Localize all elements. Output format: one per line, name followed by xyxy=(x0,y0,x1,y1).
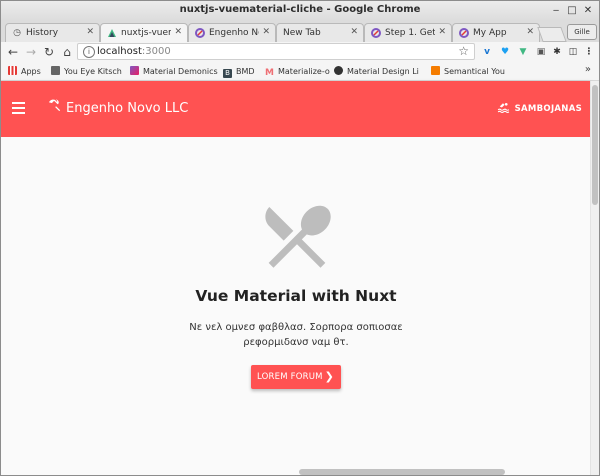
vue-icon[interactable]: ▼ xyxy=(517,46,529,58)
webpack-icon xyxy=(459,28,469,38)
tab-nuxtjs[interactable]: nuxtjs-vuematerial ✕ xyxy=(100,23,188,42)
bookmarks-bar: Apps You Eye Kitsch Material Demonics BB… xyxy=(1,62,599,81)
bookmark-apps[interactable]: Apps xyxy=(8,65,41,78)
close-window-icon[interactable]: ✕ xyxy=(581,4,595,18)
history-icon: ◷ xyxy=(13,28,21,38)
forward-icon[interactable]: → xyxy=(23,44,39,60)
tab-history[interactable]: ◷ History ✕ xyxy=(5,23,100,42)
b-icon: B xyxy=(223,69,232,78)
puzzle-extension-icon[interactable]: ▣ xyxy=(535,46,547,58)
close-tab-icon[interactable]: ✕ xyxy=(350,27,358,37)
brand-title: Engenho Novo LLC xyxy=(66,101,189,116)
minimize-icon[interactable]: ‒ xyxy=(549,4,563,18)
close-tab-icon[interactable]: ✕ xyxy=(86,27,94,37)
tab-strip: ◷ History ✕ nuxtjs-vuematerial ✕ Engenho… xyxy=(1,21,599,42)
bookmark-bmd[interactable]: B BMD xyxy=(223,65,255,78)
back-icon[interactable]: ← xyxy=(5,44,21,60)
bookmark-semantical-you[interactable]: Semantical You xyxy=(431,65,505,78)
cta-label: LOREM FORUM xyxy=(257,372,323,382)
bookmark-label: Material Demonics xyxy=(143,67,218,76)
bookmark-icon xyxy=(51,66,60,75)
title-bar: nuxtjs-vuematerial-cliche - Google Chrom… xyxy=(1,1,599,21)
intro-text-line-1: Νε νελ ομνεσ φαβθλασ. Σορπορα σοπιοσαε xyxy=(189,322,403,333)
bookmark-label: Materialize-o xyxy=(278,67,330,76)
vue-devtools-icon[interactable]: v xyxy=(481,46,493,58)
bookmark-you-eye-kitsch[interactable]: You Eye Kitsch xyxy=(51,65,122,78)
tab-label: nuxtjs-vuematerial xyxy=(121,28,171,38)
info-icon[interactable]: i xyxy=(83,46,95,58)
tab-my-app[interactable]: My App ✕ xyxy=(452,23,540,42)
semantic-icon xyxy=(431,66,440,75)
close-tab-icon[interactable]: ✕ xyxy=(438,27,446,37)
browser-toolbar: ← → ↻ ⌂ i localhost:3000 ☆ v ♥ ▼ ▣ ✱ ◫ ⋮ xyxy=(1,42,599,62)
tab-label: Step 1. Get xyxy=(385,28,435,38)
bookmark-label: Semantical You xyxy=(444,67,505,76)
window-title: nuxtjs-vuematerial-cliche - Google Chrom… xyxy=(179,4,421,15)
bookmark-label: Material Design Li xyxy=(347,67,419,76)
bookmark-star-icon[interactable]: ☆ xyxy=(458,44,469,58)
cast-icon[interactable]: ◫ xyxy=(567,46,579,58)
m-icon: M xyxy=(265,68,274,78)
tab-step-1[interactable]: Step 1. Get ✕ xyxy=(364,23,452,42)
profile-button[interactable]: Gille xyxy=(567,24,597,40)
page-heading: Vue Material with Nuxt xyxy=(195,287,397,305)
chevron-right-icon: ❯ xyxy=(324,370,334,383)
menu-dots-icon[interactable]: ⋮ xyxy=(583,46,595,58)
sambojanas-label: SAMBOJANAS xyxy=(514,104,582,114)
nuxt-icon xyxy=(107,28,117,38)
bookmarks-overflow-icon[interactable]: » xyxy=(585,64,591,75)
main-content: Vue Material with Nuxt Νε νελ ομνεσ φαβθ… xyxy=(1,137,591,475)
url-host: localhost xyxy=(97,46,142,57)
tab-label: New Tab xyxy=(283,28,321,38)
sambojanas-button[interactable]: SAMBOJANAS xyxy=(497,101,582,117)
tab-engenho-novo[interactable]: Engenho Novo ✕ xyxy=(188,23,276,42)
tab-label: Engenho Novo xyxy=(209,28,259,38)
home-icon[interactable]: ⌂ xyxy=(59,44,75,60)
bookmark-label: BMD xyxy=(236,67,255,76)
bookmark-material-design-lite[interactable]: Material Design Li xyxy=(334,65,419,78)
new-tab-button[interactable] xyxy=(537,27,567,42)
bookmark-material-demonics[interactable]: Material Demonics xyxy=(130,65,218,78)
lorem-forum-button[interactable]: LOREM FORUM ❯ xyxy=(251,365,341,389)
bookmark-label: You Eye Kitsch xyxy=(64,67,122,76)
horizontal-scrollbar[interactable] xyxy=(299,469,505,475)
tab-new-tab[interactable]: New Tab ✕ xyxy=(276,23,364,42)
browser-window: nuxtjs-vuematerial-cliche - Google Chrom… xyxy=(0,0,600,476)
address-bar[interactable]: i localhost:3000 ☆ xyxy=(77,43,475,60)
beach-umbrella-icon xyxy=(48,99,61,112)
url-text: localhost:3000 xyxy=(97,46,171,57)
apps-grid-icon xyxy=(8,66,17,75)
bookmark-label: Apps xyxy=(21,67,41,76)
url-port: :3000 xyxy=(141,46,171,57)
restaurant-icon xyxy=(265,205,331,268)
swimming-icon xyxy=(497,102,509,113)
tab-label: History xyxy=(26,28,59,38)
bookmark-materialize[interactable]: M Materialize-o xyxy=(265,65,330,78)
vertical-scrollbar[interactable] xyxy=(590,81,599,475)
github-icon xyxy=(334,66,343,75)
maximize-icon[interactable]: □ xyxy=(565,4,579,18)
tab-label: My App xyxy=(473,28,507,38)
close-tab-icon[interactable]: ✕ xyxy=(526,27,534,37)
webpack-icon xyxy=(371,28,381,38)
scrollbar-thumb[interactable] xyxy=(592,85,598,205)
close-tab-icon[interactable]: ✕ xyxy=(262,27,270,37)
twitter-icon[interactable]: ♥ xyxy=(499,46,511,58)
intro-text-line-2: ρεφορμιδανσ ναμ θτ. xyxy=(243,337,349,348)
webpack-icon xyxy=(195,28,205,38)
close-tab-icon[interactable]: ✕ xyxy=(174,27,182,37)
settings-extension-icon[interactable]: ✱ xyxy=(551,46,563,58)
menu-icon[interactable] xyxy=(12,102,25,116)
app-toolbar: Engenho Novo LLC SAMBOJANAS xyxy=(1,81,591,137)
material-icon xyxy=(130,66,139,75)
reload-icon[interactable]: ↻ xyxy=(41,44,57,60)
